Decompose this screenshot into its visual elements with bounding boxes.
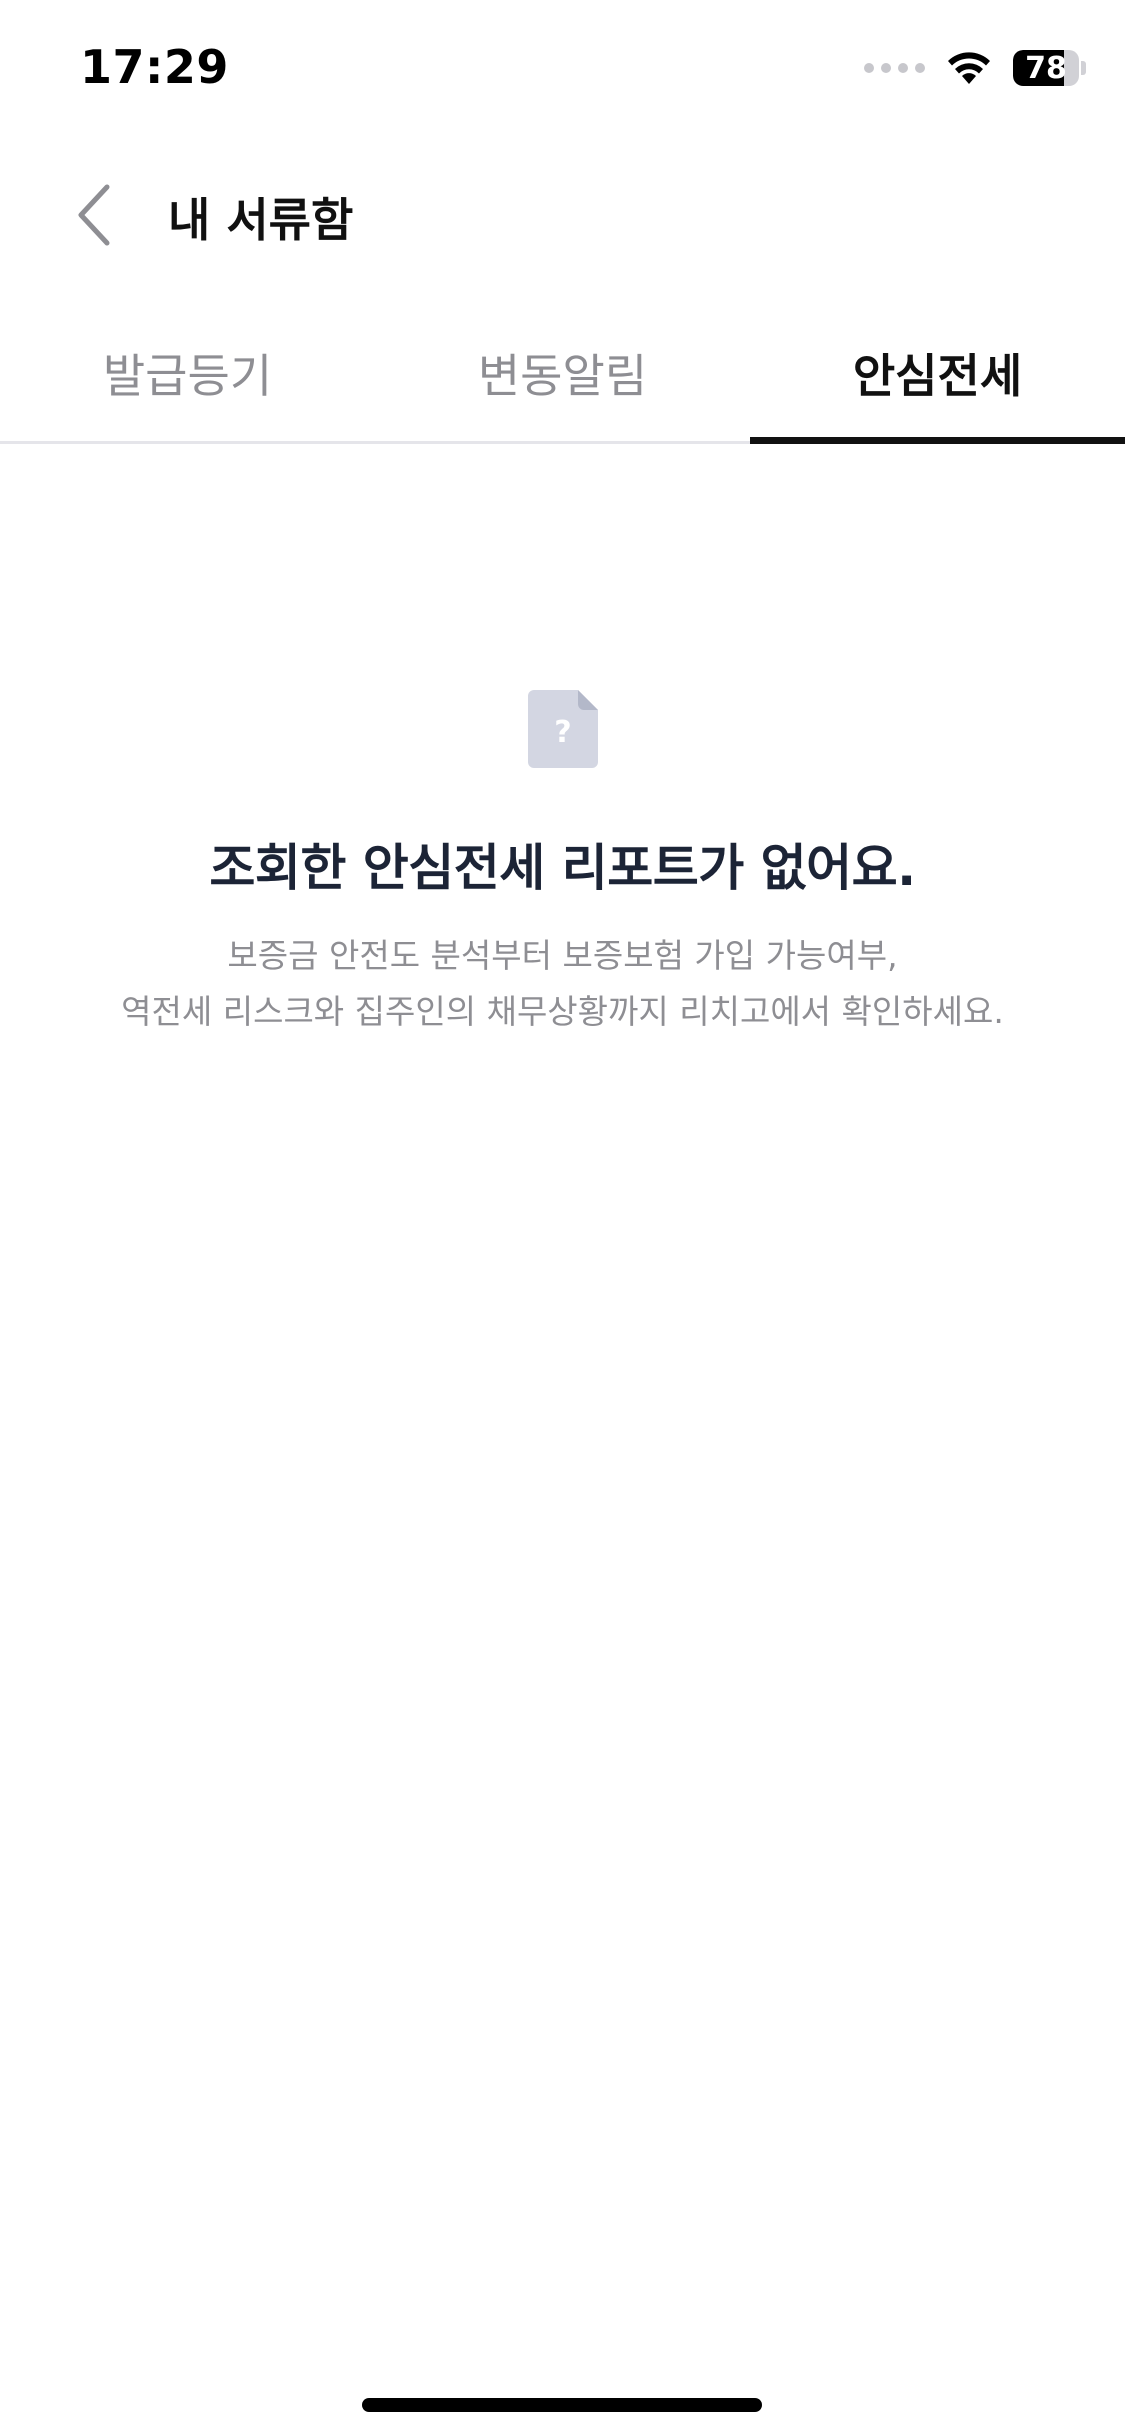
back-button[interactable] xyxy=(60,180,130,250)
tab-change-alerts[interactable]: 변동알림 xyxy=(375,320,750,441)
battery-icon: 78 xyxy=(1013,49,1087,87)
status-icons: 78 xyxy=(864,46,1087,90)
status-time: 17:29 xyxy=(80,40,229,94)
page-title: 내 서류함 xyxy=(168,193,354,247)
header: 내 서류함 xyxy=(0,160,1125,270)
empty-state-description-line-2: 역전세 리스크와 집주인의 채무상황까지 리치고에서 확인하세요. xyxy=(121,992,1004,1031)
tab-bar: 발급등기 변동알림 안심전세 xyxy=(0,320,1125,444)
empty-state-title: 조회한 안심전세 리포트가 없어요. xyxy=(209,839,916,897)
cellular-signal-icon xyxy=(864,63,925,73)
tab-safe-jeonse[interactable]: 안심전세 xyxy=(750,320,1125,444)
battery-percent: 78 xyxy=(1025,50,1067,86)
empty-state-description-line-1: 보증금 안전도 분석부터 보증보험 가입 가능여부, xyxy=(227,936,898,975)
home-indicator xyxy=(362,2398,762,2412)
status-bar: 17:29 78 xyxy=(0,0,1125,140)
tab-issued-registry[interactable]: 발급등기 xyxy=(0,320,375,441)
svg-text:?: ? xyxy=(554,715,571,750)
document-question-icon: ? xyxy=(527,690,598,768)
screen: 17:29 78 내 서류함 발급등기 변동알림 안심전세 ? 조회한 안심전세… xyxy=(0,0,1125,2436)
empty-state-description: 보증금 안전도 분석부터 보증보험 가입 가능여부, 역전세 리스크와 집주인의… xyxy=(121,928,1004,1040)
chevron-left-icon xyxy=(78,184,110,246)
empty-state: ? 조회한 안심전세 리포트가 없어요. 보증금 안전도 분석부터 보증보험 가… xyxy=(0,690,1125,1040)
wifi-icon xyxy=(948,52,990,84)
